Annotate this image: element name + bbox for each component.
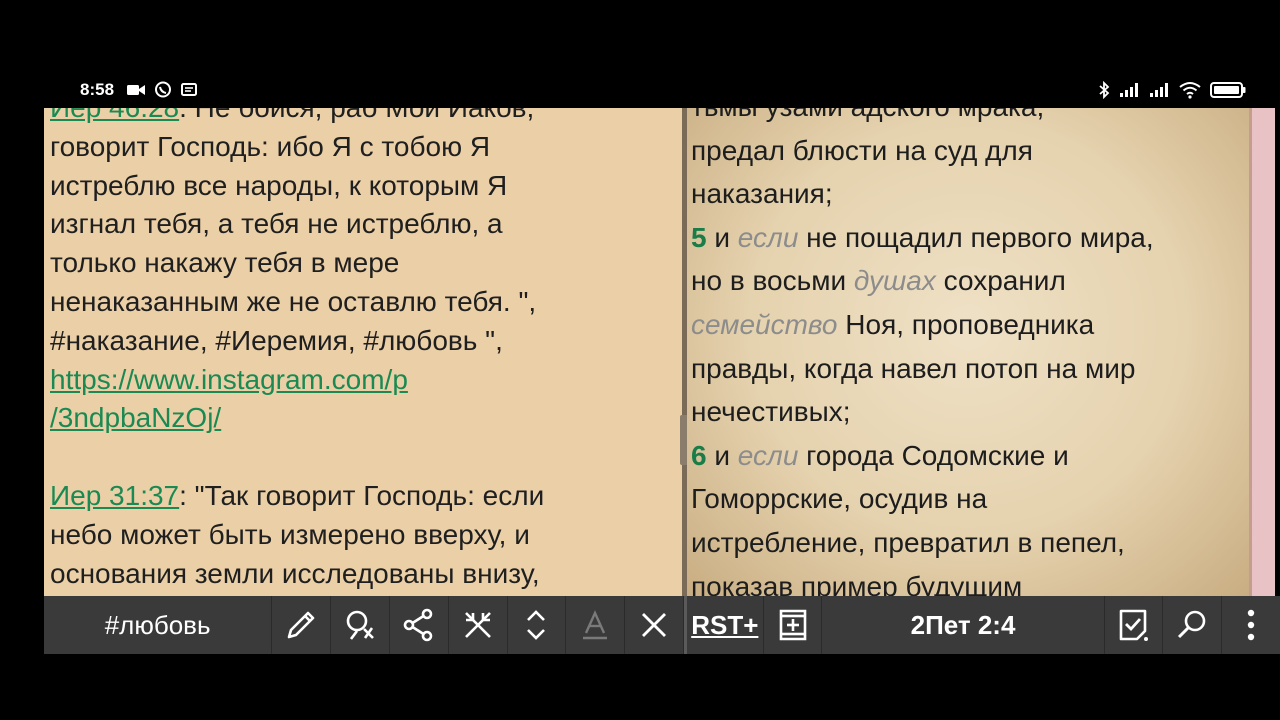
note-line: основания земли исследованы внизу, bbox=[50, 557, 540, 589]
verse-line: предал блюсти на суд для bbox=[691, 134, 1033, 166]
verse-line: показав пример будущим bbox=[691, 570, 1023, 596]
status-time: 8:58 bbox=[80, 80, 115, 99]
bluetooth-icon bbox=[1099, 81, 1110, 99]
side-strip bbox=[1249, 108, 1275, 596]
reference-button[interactable]: 2Пет 2:4 bbox=[822, 596, 1105, 654]
search-icon bbox=[1178, 610, 1206, 639]
collapse-icon bbox=[464, 612, 491, 638]
reference-link-jer-46-28[interactable]: Иер 46:28 bbox=[50, 108, 179, 123]
note-line: ненаказанным же не оставлю тебя. ", bbox=[50, 285, 537, 317]
battery-icon bbox=[1210, 82, 1246, 98]
verse-line: тьмы узами адского мрака, bbox=[691, 108, 1241, 129]
add-box-button[interactable] bbox=[764, 596, 823, 654]
note-line: говорит Господь: ибо Я с тобою Я bbox=[50, 130, 491, 162]
side-strip-edge bbox=[1249, 108, 1252, 596]
expand-icon bbox=[527, 610, 546, 640]
tag-filter-button[interactable]: #любовь bbox=[44, 596, 273, 654]
more-icon bbox=[1247, 609, 1255, 641]
wifi-icon bbox=[1179, 82, 1201, 99]
verse-number[interactable]: 5 bbox=[691, 222, 707, 253]
note-line: изгнал тебя, а тебя не истреблю, а bbox=[50, 208, 503, 240]
notes-text: Иер 46:28: Не бойся, раб Мой Иаков, гово… bbox=[50, 108, 676, 593]
bottom-toolbar: #любовь RST+ 2Пет 2:4 bbox=[44, 596, 1280, 654]
video-icon bbox=[127, 85, 145, 95]
share-button[interactable] bbox=[390, 596, 449, 654]
note-line: Иер 31:37: "Так говорит Господь: если bbox=[50, 479, 545, 511]
close-button[interactable] bbox=[625, 596, 684, 654]
close-icon bbox=[642, 613, 667, 637]
text-format-icon bbox=[583, 610, 608, 640]
verse-line: но в восьми душах сохранил bbox=[691, 265, 1066, 297]
collapse-button[interactable] bbox=[449, 596, 508, 654]
verse-line: наказания; bbox=[691, 178, 833, 210]
signal-icon bbox=[1150, 83, 1168, 97]
checklist-icon bbox=[1120, 609, 1149, 641]
search-button[interactable] bbox=[1163, 596, 1223, 654]
more-button[interactable] bbox=[1222, 596, 1280, 654]
search-clear-icon bbox=[346, 610, 374, 640]
note-line: https://www.instagram.com/p bbox=[50, 361, 676, 400]
expand-button[interactable] bbox=[508, 596, 567, 654]
translation-button[interactable]: RST+ bbox=[687, 596, 764, 654]
checklist-button[interactable] bbox=[1105, 596, 1164, 654]
bible-text: тьмы узами адского мрака, предал блюсти … bbox=[691, 108, 1241, 596]
bible-text-pane[interactable]: тьмы узами адского мрака, предал блюсти … bbox=[687, 108, 1249, 596]
signal-icon bbox=[1120, 83, 1138, 97]
verse-line: 6 и если города Содомские и bbox=[691, 439, 1069, 471]
verse-line: семейство Ноя, проповедника bbox=[691, 308, 1095, 340]
note-line: /3ndpbaNzOj/ bbox=[50, 399, 676, 438]
text-format-button[interactable] bbox=[566, 596, 626, 654]
notes-pane[interactable]: Иер 46:28: Не бойся, раб Мой Иаков, гово… bbox=[44, 108, 682, 596]
note-line: #наказание, #Иеремия, #любовь ", bbox=[50, 324, 503, 356]
pencil-icon bbox=[287, 611, 315, 639]
add-box-icon bbox=[779, 609, 806, 641]
verse-number[interactable]: 6 bbox=[691, 440, 707, 471]
verse-line: правды, когда навел потоп на мир bbox=[691, 352, 1136, 384]
verse-line: истребление, превратил в пепел, bbox=[691, 526, 1125, 558]
search-clear-button[interactable] bbox=[331, 596, 390, 654]
verse-line: 5 и если не пощадил первого мира, bbox=[691, 221, 1154, 253]
note-line: небо может быть измерено вверху, и bbox=[50, 518, 530, 550]
reference-link-jer-31-37[interactable]: Иер 31:37 bbox=[50, 480, 179, 511]
message-icon bbox=[181, 83, 197, 96]
instagram-link-cont[interactable]: /3ndpbaNzOj/ bbox=[50, 402, 221, 433]
note-line: только накажу тебя в мере bbox=[50, 247, 400, 279]
verse-line: Гоморрские, осудив на bbox=[691, 483, 988, 515]
note-line: истреблю все народы, к которым Я bbox=[50, 169, 508, 201]
viber-icon bbox=[155, 81, 171, 98]
verse-line: нечестивых; bbox=[691, 396, 851, 428]
share-icon bbox=[403, 608, 433, 642]
status-bar: 8:58 bbox=[0, 72, 1280, 108]
instagram-link[interactable]: https://www.instagram.com/p bbox=[50, 364, 408, 395]
note-line: Иер 46:28: Не бойся, раб Мой Иаков, bbox=[50, 108, 676, 128]
edit-button[interactable] bbox=[272, 596, 332, 654]
